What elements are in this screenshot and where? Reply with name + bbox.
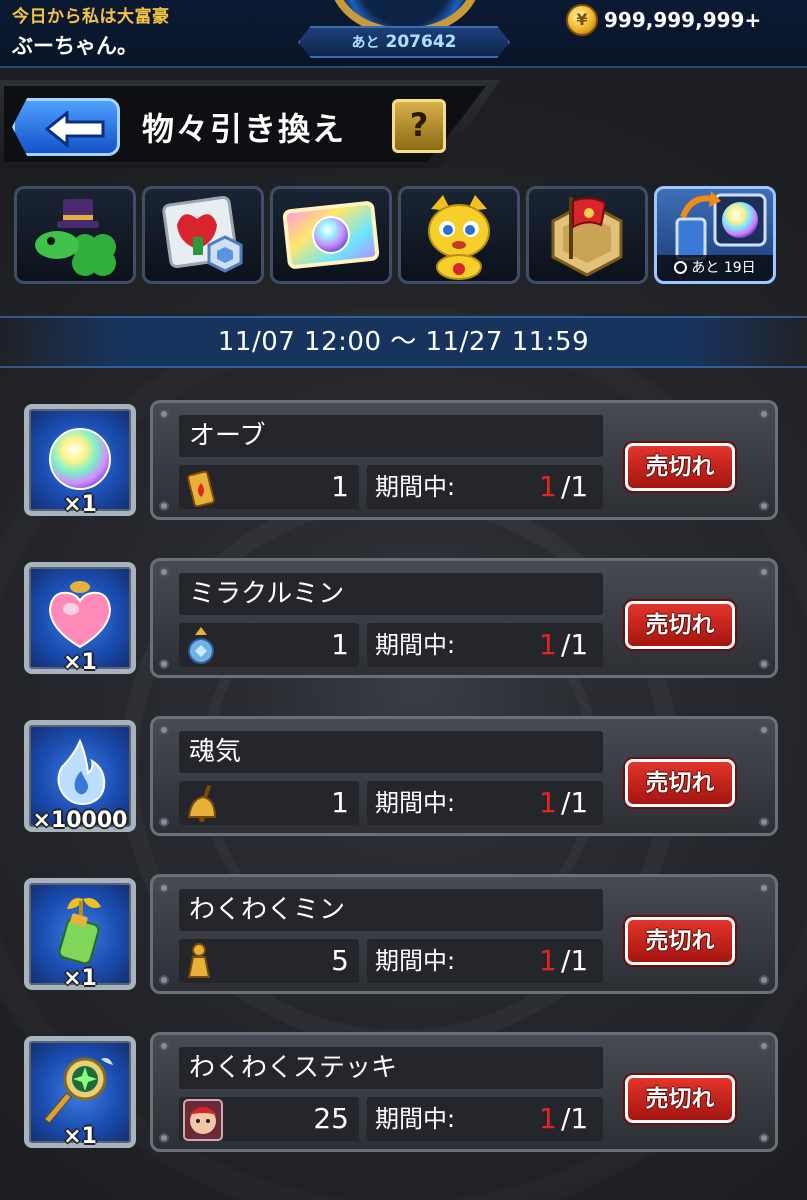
medal-card-icon bbox=[162, 195, 243, 273]
soldout-button[interactable]: 売切れ bbox=[625, 443, 735, 491]
heart-potion-icon bbox=[48, 581, 112, 649]
badge-value: 19日 bbox=[723, 260, 756, 276]
exchange-row: ×1 オーブ 1 期間中: 1 /1 売切れ bbox=[0, 400, 807, 524]
exchange-row: ×1 ミラクルミン 1 期間中: 1 /1 売切れ bbox=[0, 558, 807, 682]
limit-label: 期間中: bbox=[375, 473, 456, 501]
limit-field: 期間中: 1 /1 bbox=[367, 939, 603, 983]
exchange-row: ×10000 魂気 1 期間中: 1 /1 売切れ bbox=[0, 716, 807, 840]
item-quantity: ×1 bbox=[63, 966, 97, 991]
cost-field: 5 bbox=[179, 939, 359, 983]
clock-icon bbox=[674, 261, 688, 274]
exchange-period: 11/07 12:00 〜 11/27 11:59 bbox=[0, 316, 807, 368]
limit-total: /1 bbox=[561, 628, 589, 661]
cost-field: 25 bbox=[179, 1097, 359, 1141]
tab-orb-ticket[interactable] bbox=[270, 186, 392, 284]
item-card: 魂気 1 期間中: 1 /1 売切れ bbox=[150, 716, 778, 836]
status-bar: 今日から私は大富豪 ぶーちゃん。 あと 207642 ¥ 999,999,999+ bbox=[0, 0, 807, 68]
item-quantity: ×1 bbox=[63, 492, 97, 517]
limit-field: 期間中: 1 /1 bbox=[367, 1097, 603, 1141]
limit-field: 期間中: 1 /1 bbox=[367, 465, 603, 509]
coin-count: 999,999,999+ bbox=[604, 8, 762, 32]
blue-bottle-icon bbox=[188, 627, 214, 664]
player-name: ぶーちゃん。 bbox=[12, 34, 138, 58]
limit-label: 期間中: bbox=[375, 947, 456, 975]
item-quantity: ×1 bbox=[63, 1124, 97, 1149]
page-title: 物々引き換え bbox=[142, 110, 347, 148]
limit-label: 期間中: bbox=[375, 1105, 456, 1133]
rainbow-orb-icon bbox=[49, 428, 111, 490]
orb-ticket-icon bbox=[282, 201, 380, 269]
limit-current: 1 bbox=[539, 944, 557, 977]
item-name: わくわくステッキ bbox=[179, 1047, 603, 1089]
cost-value: 1 bbox=[331, 786, 349, 819]
fire-can-icon bbox=[187, 470, 215, 507]
limit-total: /1 bbox=[561, 1102, 589, 1135]
tab-clover[interactable] bbox=[14, 186, 136, 284]
item-name: わくわくミン bbox=[179, 889, 603, 931]
cost-value: 1 bbox=[331, 628, 349, 661]
soldout-button[interactable]: 売切れ bbox=[625, 759, 735, 807]
exchange-row: ×1 わくわくステッキ 25 期間中: 1 /1 売切れ bbox=[0, 1032, 807, 1156]
coin-icon: ¥ bbox=[566, 4, 598, 36]
tab-monster[interactable] bbox=[398, 186, 520, 284]
item-quantity: ×1 bbox=[63, 650, 97, 675]
item-name: 魂気 bbox=[179, 731, 603, 773]
cost-field: 1 bbox=[179, 781, 359, 825]
help-button[interactable]: ? bbox=[392, 99, 446, 153]
exp-remaining: あと 207642 bbox=[298, 26, 510, 58]
item-quantity: ×10000 bbox=[32, 808, 128, 833]
limit-total: /1 bbox=[561, 944, 589, 977]
exp-prefix: あと bbox=[351, 35, 380, 51]
back-button[interactable] bbox=[12, 98, 120, 156]
soldout-button[interactable]: 売切れ bbox=[625, 601, 735, 649]
cost-value: 1 bbox=[331, 470, 349, 503]
item-card: ミラクルミン 1 期間中: 1 /1 売切れ bbox=[150, 558, 778, 678]
badge-prefix: あと bbox=[691, 260, 720, 276]
cost-field: 1 bbox=[179, 465, 359, 509]
item-card: わくわくステッキ 25 期間中: 1 /1 売切れ bbox=[150, 1032, 778, 1152]
limit-current: 1 bbox=[539, 1102, 557, 1135]
soul-flame-icon bbox=[57, 738, 106, 805]
limit-current: 1 bbox=[539, 628, 557, 661]
pawn-icon bbox=[187, 943, 211, 978]
limit-field: 期間中: 1 /1 bbox=[367, 781, 603, 825]
tab-medal[interactable] bbox=[142, 186, 264, 284]
item-name: オーブ bbox=[179, 415, 603, 457]
soldout-button[interactable]: 売切れ bbox=[625, 1075, 735, 1123]
tab-remaining-badge: あと 19日 bbox=[657, 255, 773, 281]
limit-current: 1 bbox=[539, 786, 557, 819]
sprout-bottle-icon bbox=[58, 898, 101, 965]
magic-wand-icon bbox=[44, 1057, 113, 1124]
limit-current: 1 bbox=[539, 470, 557, 503]
character-face-icon bbox=[183, 1099, 223, 1141]
limit-label: 期間中: bbox=[375, 631, 456, 659]
cost-value: 5 bbox=[331, 944, 349, 977]
item-name: ミラクルミン bbox=[179, 573, 603, 615]
limit-field: 期間中: 1 /1 bbox=[367, 623, 603, 667]
limit-total: /1 bbox=[561, 470, 589, 503]
item-card: わくわくミン 5 期間中: 1 /1 売切れ bbox=[150, 874, 778, 994]
exp-value: 207642 bbox=[385, 32, 457, 52]
exchange-row: ×1 わくわくミン 5 期間中: 1 /1 売切れ bbox=[0, 874, 807, 998]
soldout-button[interactable]: 売切れ bbox=[625, 917, 735, 965]
cost-value: 25 bbox=[313, 1102, 349, 1135]
cost-field: 1 bbox=[179, 623, 359, 667]
player-title: 今日から私は大富豪 bbox=[12, 7, 170, 27]
bell-icon bbox=[187, 784, 217, 822]
limit-total: /1 bbox=[561, 786, 589, 819]
flag-badge-icon bbox=[551, 197, 623, 277]
item-card: オーブ 1 期間中: 1 /1 売切れ bbox=[150, 400, 778, 520]
limit-label: 期間中: bbox=[375, 789, 456, 817]
clover-hat-icon bbox=[35, 199, 116, 276]
tab-flag[interactable] bbox=[526, 186, 648, 284]
yellow-monster-icon bbox=[428, 195, 490, 280]
tab-orb-exchange[interactable]: あと 19日 bbox=[654, 186, 776, 284]
back-arrow-icon bbox=[45, 111, 105, 147]
